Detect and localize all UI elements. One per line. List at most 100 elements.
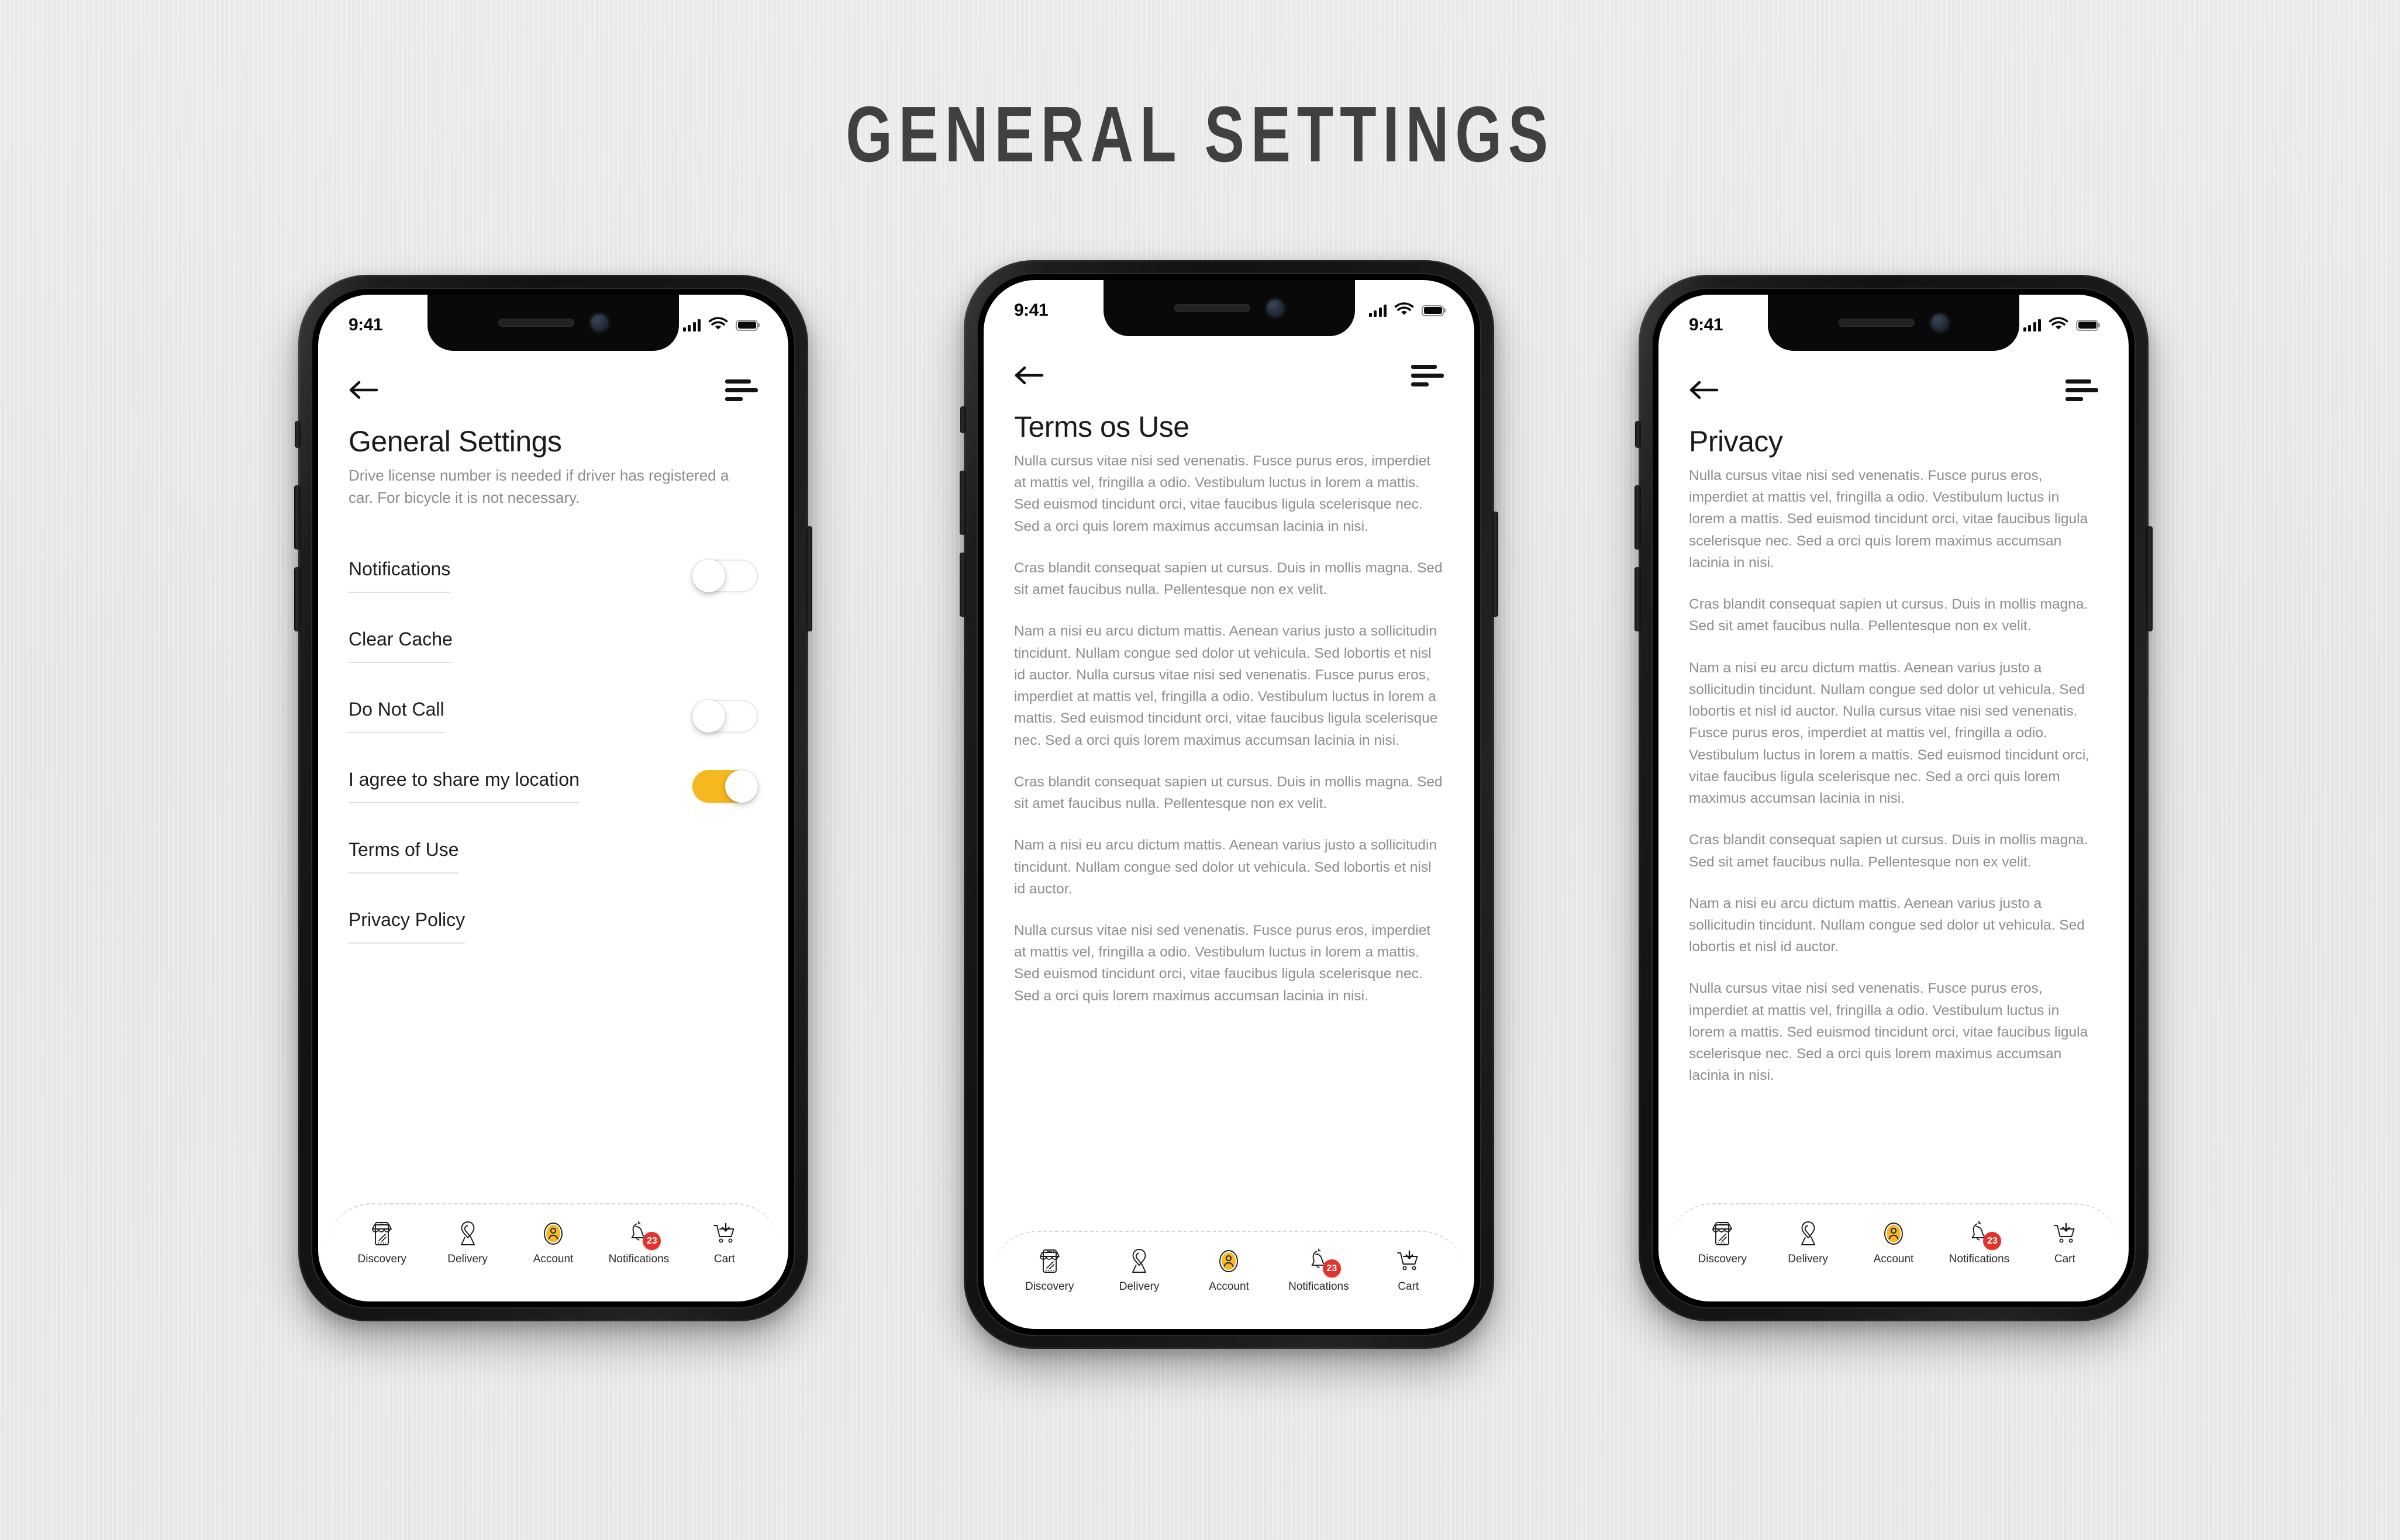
nav-item-discovery[interactable]: Discovery [1006, 1247, 1093, 1293]
app-header [984, 349, 1474, 402]
nav-item-account[interactable]: Account [1185, 1247, 1272, 1293]
menu-lines-icon[interactable] [1411, 364, 1444, 386]
page-subtitle: Drive license number is needed if driver… [349, 467, 729, 506]
volume-down-button[interactable] [1635, 567, 1641, 631]
nav-item-label: Account [533, 1253, 574, 1265]
nav-item-cart[interactable]: Cart [2022, 1220, 2108, 1266]
nav-item-label: Cart [1398, 1280, 1419, 1293]
volume-up-button[interactable] [960, 471, 966, 535]
legal-paragraph: Nulla cursus vitae nisi sed venenatis. F… [1689, 468, 2088, 571]
nav-item-notifications[interactable]: 23 Notifications [596, 1220, 681, 1266]
bottom-navigation-bar: Discovery Delivery Account 23 Notifications C… [1667, 1203, 2120, 1301]
app-header [1658, 364, 2129, 416]
phone-bezel: 9:41 Terms os Use Nulla cursus vitae nisi … [977, 273, 1481, 1336]
nav-item-discovery[interactable]: Discovery [339, 1220, 425, 1266]
arrow-left-icon[interactable] [1689, 378, 1719, 402]
nav-item-account[interactable]: Account [511, 1220, 596, 1266]
battery-full-icon [1422, 305, 1444, 316]
arrow-left-icon[interactable] [349, 378, 379, 402]
shopping-cart-icon [1394, 1247, 1422, 1275]
nav-item-account[interactable]: Account [1851, 1220, 1936, 1266]
front-camera-icon [591, 314, 608, 332]
silent-switch[interactable] [295, 421, 301, 448]
nav-item-label: Account [1209, 1280, 1249, 1293]
signal-bars-icon [2023, 319, 2041, 332]
nav-item-notifications[interactable]: 23 Notifications [1275, 1247, 1362, 1293]
legal-paragraph: Nulla cursus vitae nisi sed venenatis. F… [1014, 453, 1431, 534]
notification-badge: 23 [1983, 1232, 2002, 1250]
volume-down-button[interactable] [960, 553, 966, 617]
power-button[interactable] [1492, 512, 1498, 617]
nav-item-delivery[interactable]: Delivery [1765, 1220, 1850, 1266]
setting-row-notifications[interactable]: Notifications [349, 555, 758, 597]
nav-item-label: Notifications [608, 1253, 670, 1265]
silent-switch[interactable] [960, 406, 966, 433]
storefront-icon [368, 1220, 396, 1248]
menu-lines-icon[interactable] [2065, 379, 2098, 401]
nav-item-label: Delivery [447, 1253, 488, 1265]
signal-bars-icon [1368, 304, 1387, 317]
status-bar-time: 9:41 [1014, 301, 1049, 320]
battery-full-icon [2076, 319, 2098, 331]
nav-item-label: Cart [2054, 1253, 2075, 1265]
battery-full-icon [736, 319, 758, 331]
status-bar-time: 9:41 [1689, 315, 1723, 334]
nav-item-label: Discovery [357, 1253, 406, 1265]
location-pin-icon [1125, 1247, 1153, 1275]
nav-item-cart[interactable]: Cart [682, 1220, 767, 1266]
legal-paragraph: Cras blandit consequat sapien ut cursus.… [1689, 596, 2088, 634]
page-title: GENERAL SETTINGS [846, 90, 1554, 178]
nav-item-delivery[interactable]: Delivery [1096, 1247, 1182, 1293]
legal-text-body: Nulla cursus vitae nisi sed venenatis. F… [1014, 450, 1444, 1007]
power-button[interactable] [806, 526, 812, 631]
nav-item-notifications[interactable]: 23 Notifications [1936, 1220, 2022, 1266]
silent-switch[interactable] [1635, 421, 1641, 448]
setting-label: Do Not Call [349, 699, 444, 734]
volume-up-button[interactable] [294, 485, 301, 550]
storefront-icon [1036, 1247, 1064, 1275]
legal-paragraph: Cras blandit consequat sapien ut cursus.… [1689, 832, 2088, 870]
arrow-left-icon[interactable] [1014, 364, 1044, 387]
setting-label: Privacy Policy [349, 909, 465, 944]
nav-item-label: Delivery [1788, 1253, 1828, 1265]
power-button[interactable] [2146, 526, 2153, 631]
bottom-navigation-bar: Discovery Delivery Account 23 Notifications C… [326, 1203, 780, 1301]
nav-item-discovery[interactable]: Discovery [1680, 1220, 1765, 1266]
bell-icon: 23 [625, 1220, 661, 1250]
shopping-cart-icon [2051, 1220, 2079, 1248]
phone-notch [1768, 295, 2019, 351]
front-camera-icon [1931, 314, 1949, 332]
user-circle-icon [1880, 1220, 1908, 1248]
phone-general-settings: 9:41 General Settings Drive license number… [294, 275, 812, 1321]
legal-paragraph: Nulla cursus vitae nisi sed venenatis. F… [1014, 922, 1431, 1004]
signal-bars-icon [682, 319, 701, 332]
toggle-knob [692, 559, 725, 592]
nav-item-label: Notifications [1949, 1253, 2010, 1265]
nav-item-cart[interactable]: Cart [1365, 1247, 1451, 1293]
setting-row-terms-of-use[interactable]: Terms of Use [349, 835, 758, 878]
page-heading: General Settings [349, 425, 562, 458]
nav-item-label: Notifications [1288, 1280, 1349, 1293]
phone-screen: 9:41 General Settings Drive license number… [318, 295, 788, 1301]
page-heading: Privacy [1689, 425, 1783, 458]
setting-row-clear-cache[interactable]: Clear Cache [349, 625, 758, 667]
menu-lines-icon[interactable] [725, 379, 758, 401]
legal-paragraph: Nam a nisi eu arcu dictum mattis. Aenean… [1014, 837, 1437, 897]
volume-up-button[interactable] [1635, 485, 1641, 550]
setting-row-privacy-policy[interactable]: Privacy Policy [349, 906, 758, 948]
setting-label: Terms of Use [349, 839, 459, 874]
toggle-do-not-call[interactable] [692, 699, 758, 733]
setting-row-do-not-call[interactable]: Do Not Call [349, 695, 758, 737]
phone-terms-of-use: 9:41 Terms os Use Nulla cursus vitae nisi … [960, 260, 1498, 1349]
setting-row-i-agree-to-share-my-location[interactable]: I agree to share my location [349, 765, 758, 807]
toggle-notifications[interactable] [692, 559, 758, 592]
settings-list: Notifications Clear Cache Do Not Call I agr… [349, 555, 758, 948]
toggle-i-agree-to-share-my-location[interactable] [692, 769, 758, 803]
setting-label: I agree to share my location [349, 769, 580, 804]
nav-item-label: Discovery [1698, 1253, 1747, 1265]
volume-down-button[interactable] [294, 567, 301, 631]
legal-paragraph: Nam a nisi eu arcu dictum mattis. Aenean… [1689, 659, 2089, 807]
wifi-icon [2049, 316, 2068, 334]
nav-item-delivery[interactable]: Delivery [425, 1220, 510, 1266]
shopping-cart-icon [711, 1220, 739, 1248]
